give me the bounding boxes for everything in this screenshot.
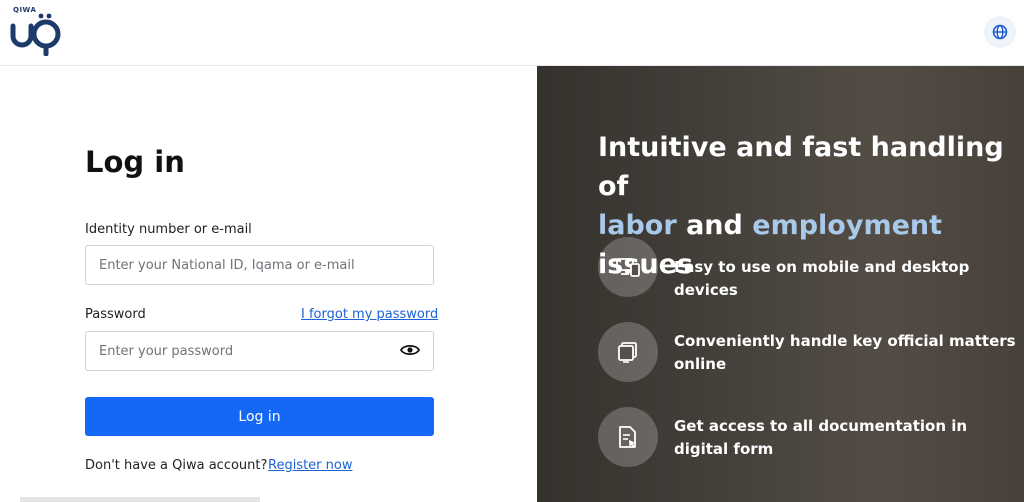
globe-icon xyxy=(992,24,1008,40)
qiwa-logo-icon xyxy=(10,13,61,56)
feature-text: Conveniently handle key official matters… xyxy=(674,332,1016,373)
language-button[interactable] xyxy=(984,16,1016,48)
devices-icon xyxy=(616,258,640,277)
promo-panel: Intuitive and fast handling of labor and… xyxy=(537,66,1024,502)
headline-accent-employment: employment xyxy=(752,210,943,241)
no-account-text: Don't have a Qiwa account? xyxy=(85,458,268,473)
eye-icon[interactable] xyxy=(400,342,420,358)
document-cursor-icon xyxy=(619,426,636,448)
documents-icon xyxy=(618,342,637,363)
headline-line1: Intuitive and fast handling of xyxy=(598,132,1004,202)
forgot-password-link[interactable]: I forgot my password xyxy=(301,307,438,322)
identity-label: Identity number or e-mail xyxy=(85,222,252,237)
qiwa-logo[interactable]: QIWA xyxy=(8,6,64,56)
headline-and: and xyxy=(686,210,743,241)
horizontal-scrollbar[interactable] xyxy=(20,497,260,502)
feature-icon-circle xyxy=(598,407,658,467)
headline-accent-labor: labor xyxy=(598,210,677,241)
register-link[interactable]: Register now xyxy=(268,458,352,473)
password-label: Password xyxy=(85,307,146,322)
login-button[interactable]: Log in xyxy=(85,397,434,436)
feature-icon-circle xyxy=(598,322,658,382)
feature-icon-circle xyxy=(598,237,658,297)
identity-input[interactable] xyxy=(85,245,434,285)
password-input[interactable] xyxy=(85,331,434,371)
feature-text: Easy to use on mobile and desktop device… xyxy=(674,258,970,299)
page-title: Log in xyxy=(85,145,185,179)
login-panel: Log in Identity number or e-mail Passwor… xyxy=(0,66,537,502)
feature-text: Get access to all documentation in digit… xyxy=(674,417,968,458)
top-bar: QIWA xyxy=(0,0,1024,66)
